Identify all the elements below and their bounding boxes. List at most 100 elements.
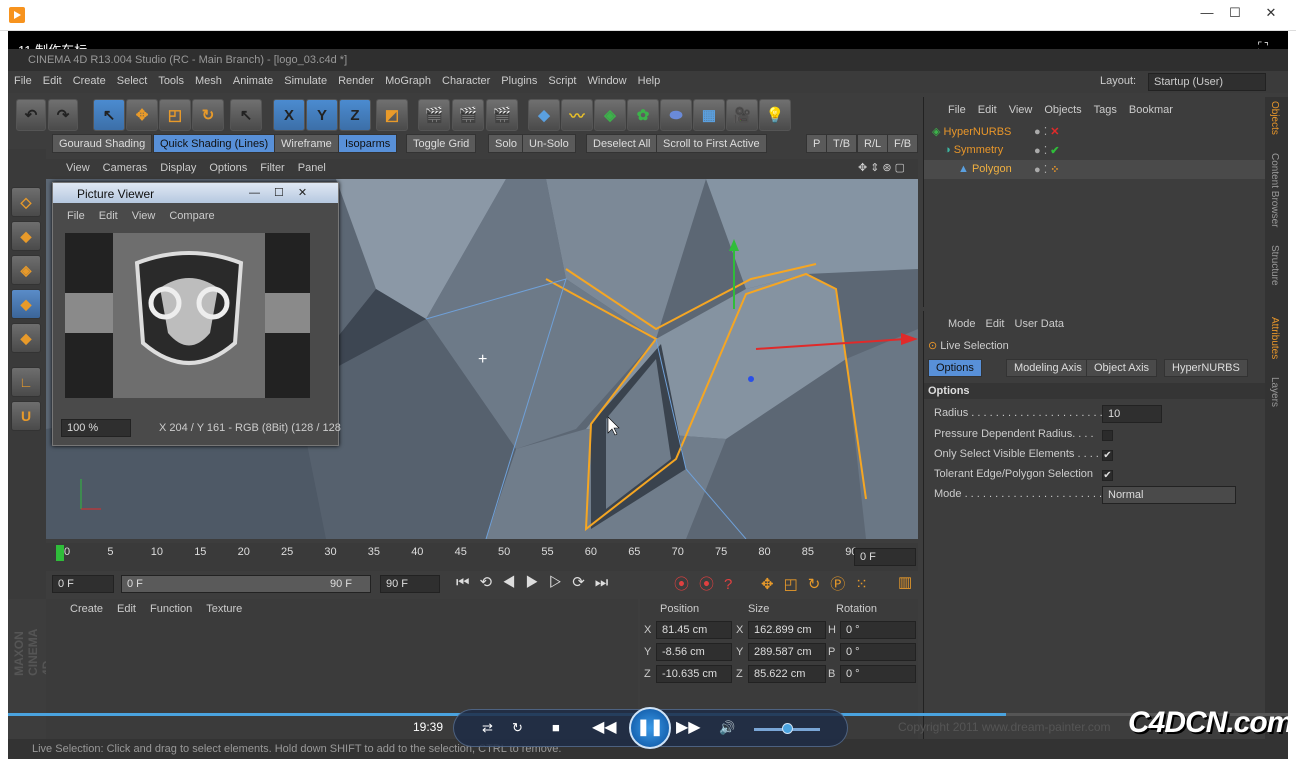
menu-create[interactable]: Create (73, 75, 106, 87)
pv-menu-edit[interactable]: Edit (99, 210, 118, 222)
menu-edit[interactable]: Edit (43, 75, 62, 87)
coord-pos-field[interactable]: -8.56 cm (656, 643, 732, 661)
nurbs-icon[interactable]: ◈ (594, 99, 626, 131)
render-view-icon[interactable]: 🎬 (418, 99, 450, 131)
coord-size-field[interactable]: 162.899 cm (748, 621, 826, 639)
edges-mode-icon[interactable]: ◆ (11, 323, 41, 353)
x-axis-icon[interactable]: X (273, 99, 305, 131)
array-icon[interactable]: ✿ (627, 99, 659, 131)
playhead-marker[interactable] (56, 545, 64, 561)
coord-pos-field[interactable]: -10.635 cm (656, 665, 732, 683)
scale-icon[interactable]: ◰ (159, 99, 191, 131)
coord-pos-field[interactable]: 81.45 cm (656, 621, 732, 639)
minimize-button[interactable]: — (1192, 4, 1222, 22)
object-row-polygon[interactable]: ▲ Polygon ● ⁚ ⁘ (924, 160, 1266, 179)
obj-menu-tags[interactable]: Tags (1094, 104, 1117, 116)
menu-plugins[interactable]: Plugins (501, 75, 537, 87)
tab-options[interactable]: Options (928, 359, 982, 377)
current-frame-field[interactable]: 0 F (854, 548, 916, 566)
mat-menu-create[interactable]: Create (70, 603, 103, 615)
visibility-dots-icon[interactable]: ● ⁚ ✕ (1034, 125, 1059, 138)
menu-simulate[interactable]: Simulate (284, 75, 327, 87)
unsolo-button[interactable]: Un-Solo (522, 134, 576, 153)
coord-size-field[interactable]: 85.622 cm (748, 665, 826, 683)
render-settings-icon[interactable]: 🎬 (486, 99, 518, 131)
menu-mograph[interactable]: MoGraph (385, 75, 431, 87)
side-tab-layers[interactable]: Layers (1269, 377, 1280, 407)
pv-menu-compare[interactable]: Compare (169, 210, 214, 222)
menu-character[interactable]: Character (442, 75, 490, 87)
z-axis-icon[interactable]: Z (339, 99, 371, 131)
mat-menu-edit[interactable]: Edit (117, 603, 136, 615)
radius-field[interactable]: 10 (1102, 405, 1162, 423)
viewport-menu-options[interactable]: Options (209, 162, 247, 174)
layout-select[interactable]: Startup (User) (1148, 73, 1266, 91)
solo-button[interactable]: Solo (488, 134, 525, 153)
timeline-window-icon[interactable]: ▥ (898, 573, 912, 591)
menu-animate[interactable]: Animate (233, 75, 273, 87)
menu-tools[interactable]: Tools (158, 75, 184, 87)
volume-icon[interactable]: 🔊 (719, 718, 735, 738)
spline-icon[interactable]: 〰 (561, 99, 593, 131)
tab-modeling-axis[interactable]: Modeling Axis (1006, 359, 1090, 377)
deformer-icon[interactable]: ⬬ (660, 99, 692, 131)
mat-menu-function[interactable]: Function (150, 603, 192, 615)
rewind-icon[interactable]: ◀◀ (592, 718, 617, 738)
quick-shading-button[interactable]: Quick Shading (Lines) (153, 134, 276, 153)
view-p-button[interactable]: P (806, 134, 828, 153)
close-button[interactable]: ✕ (1256, 4, 1286, 22)
model-mode-icon[interactable]: ◆ (11, 221, 41, 251)
axis-mode-icon[interactable]: ∟ (11, 367, 41, 397)
viewport-nav-icons[interactable]: ✥⇕⊛▢ (858, 161, 908, 174)
tab-hypernurbs[interactable]: HyperNURBS (1164, 359, 1248, 377)
make-editable-icon[interactable]: ◇ (11, 187, 41, 217)
viewport-menu-panel[interactable]: Panel (298, 162, 326, 174)
cube-icon[interactable]: ◆ (528, 99, 560, 131)
menu-mesh[interactable]: Mesh (195, 75, 222, 87)
last-tool-icon[interactable]: ↖ (230, 99, 262, 131)
menu-file[interactable]: File (14, 75, 32, 87)
video-player[interactable]: 11 制作车标 ⛶ CINEMA 4D R13.004 Studio (RC -… (8, 31, 1288, 759)
side-tab-structure[interactable]: Structure (1269, 245, 1280, 286)
frame-range-slider[interactable]: 0 F 90 F (121, 575, 371, 593)
polygons-mode-icon[interactable]: ◆ (11, 289, 41, 319)
key-filter-icons[interactable]: ✥◰↻Ⓟ⁙ (761, 573, 878, 594)
light-icon[interactable]: 💡 (759, 99, 791, 131)
pressure-radius-checkbox[interactable] (1102, 430, 1113, 441)
pv-zoom-field[interactable]: 100 % (61, 419, 131, 437)
replay-icon[interactable]: ↻ (512, 718, 523, 738)
menu-window[interactable]: Window (588, 75, 627, 87)
playback-controls[interactable]: ⏮⟲◀▶▷⟳⏭ (456, 573, 618, 591)
coord-rot-field[interactable]: 0 ° (840, 621, 916, 639)
live-selection-icon[interactable]: ↖ (93, 99, 125, 131)
view-fb-button[interactable]: F/B (887, 134, 919, 153)
attr-menu-edit[interactable]: Edit (986, 318, 1005, 330)
move-icon[interactable]: ✥ (126, 99, 158, 131)
view-rl-button[interactable]: R/L (857, 134, 889, 153)
coord-rot-field[interactable]: 0 ° (840, 665, 916, 683)
obj-menu-edit[interactable]: Edit (978, 104, 997, 116)
obj-menu-file[interactable]: File (948, 104, 966, 116)
points-mode-icon[interactable]: ◈ (11, 255, 41, 285)
visibility-dots-icon[interactable]: ● ⁚ ✔ (1034, 144, 1059, 157)
deselect-all-button[interactable]: Deselect All (586, 134, 658, 153)
viewport-menu-display[interactable]: Display (160, 162, 196, 174)
end-frame-field[interactable]: 90 F (380, 575, 440, 593)
attr-menu-mode[interactable]: Mode (948, 318, 976, 330)
undo-icon[interactable]: ↶ (16, 99, 46, 131)
visibility-dots-icon[interactable]: ● ⁚ ⁘ (1034, 163, 1059, 176)
record-keys-icons[interactable]: ⦿⦿? (674, 573, 742, 594)
tolerant-selection-checkbox[interactable]: ✔ (1102, 470, 1113, 481)
obj-menu-view[interactable]: View (1009, 104, 1033, 116)
gouraud-shading-button[interactable]: Gouraud Shading (52, 134, 153, 153)
viewport-menu-cameras[interactable]: Cameras (103, 162, 148, 174)
side-tab-objects[interactable]: Objects (1269, 101, 1280, 135)
coordinate-system-icon[interactable]: ◩ (376, 99, 408, 131)
obj-menu-objects[interactable]: Objects (1044, 104, 1081, 116)
maximize-button[interactable]: ☐ (1220, 4, 1250, 22)
visible-elements-checkbox[interactable]: ✔ (1102, 450, 1113, 461)
picture-viewer-window[interactable]: Picture Viewer —☐✕ File Edit View Compare (52, 182, 341, 446)
viewport-menu-view[interactable]: View (66, 162, 90, 174)
menu-render[interactable]: Render (338, 75, 374, 87)
side-tab-attributes[interactable]: Attributes (1269, 317, 1280, 359)
